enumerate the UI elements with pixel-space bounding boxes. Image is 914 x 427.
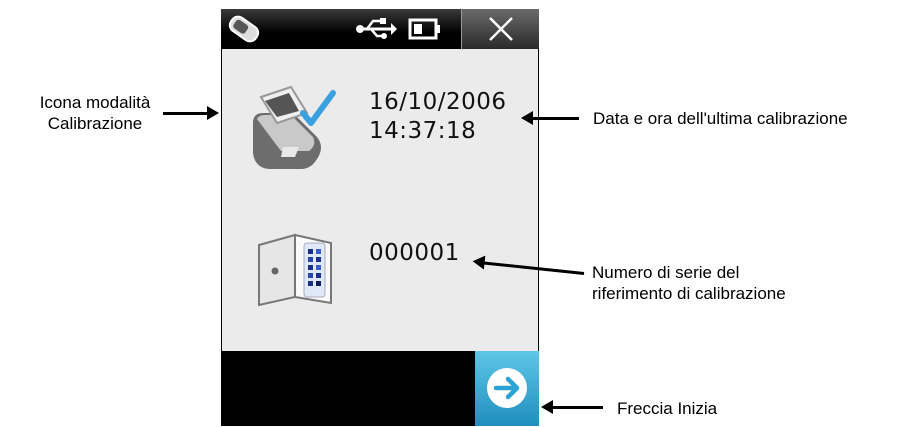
calibration-reference-icon — [255, 233, 335, 312]
callout-serial: Numero di serie del riferimento di calib… — [592, 262, 786, 304]
reference-serial-number: 000001 — [369, 240, 460, 266]
status-bar — [221, 9, 539, 49]
callout-mode-icon-line1: Icona modalità — [39, 93, 151, 112]
battery-icon — [405, 9, 445, 49]
callout-mode-icon-line2: Calibrazione — [47, 114, 143, 133]
arrow-to-last-calibration — [521, 111, 579, 125]
callout-serial-line1: Numero di serie del — [592, 263, 740, 282]
calibration-mode-icon — [247, 85, 339, 178]
callout-mode-icon: Icona modalità Calibrazione — [10, 92, 180, 134]
arrow-to-start — [541, 400, 603, 414]
usb-icon — [353, 9, 397, 49]
last-calibration-time: 14:37:18 — [369, 118, 477, 144]
start-button[interactable] — [475, 351, 539, 426]
callout-last-calibration: Data e ora dell'ultima calibrazione — [593, 109, 848, 128]
close-icon — [487, 16, 515, 47]
device-icon — [223, 9, 265, 49]
device-screen: 16/10/2006 14:37:18 000001 — [221, 9, 539, 426]
callout-start-arrow: Freccia Inizia — [617, 399, 718, 418]
close-button[interactable] — [461, 9, 539, 49]
arrow-right-icon — [483, 364, 531, 417]
callout-serial-line2: riferimento di calibrazione — [592, 284, 786, 303]
action-bar — [221, 351, 539, 426]
last-calibration-date: 16/10/2006 — [369, 89, 507, 115]
arrow-to-mode-icon — [163, 106, 219, 120]
calibration-info-panel: 16/10/2006 14:37:18 000001 — [222, 49, 538, 351]
